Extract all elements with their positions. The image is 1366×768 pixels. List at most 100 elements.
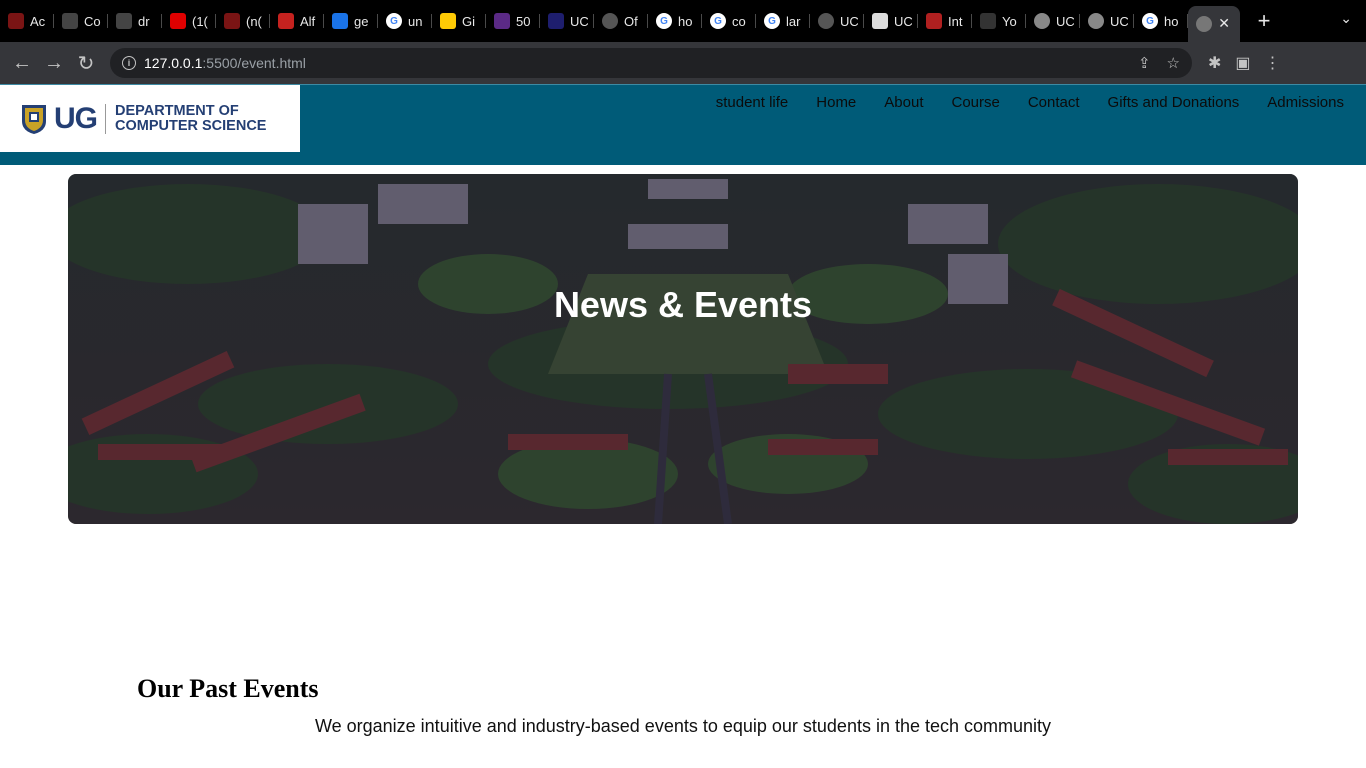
globe-icon [818, 13, 834, 29]
browser-tab-title: Ac [30, 13, 46, 29]
browser-tab-title: Gi [462, 13, 475, 29]
nav-link-admissions[interactable]: Admissions [1267, 94, 1344, 111]
browser-tab-title: Of [624, 13, 638, 29]
browser-tab-title: UC [840, 13, 858, 29]
tab-active[interactable]: ✕ [1188, 6, 1240, 42]
site-logo[interactable]: UG DEPARTMENT OF COMPUTER SCIENCE [0, 85, 300, 152]
browser-tab[interactable]: (1( [162, 5, 216, 37]
close-tab-icon[interactable]: ✕ [1218, 15, 1230, 32]
browser-tab-title: dr [138, 13, 150, 29]
browser-tab[interactable]: Glar [756, 5, 810, 37]
browser-tab[interactable]: Int [918, 5, 972, 37]
tab-list: Ac Co dr (1((n(Alf ge Gun Gi 50 UC Of Gho Gco Glar UC… [0, 5, 1188, 37]
browser-tab-title: ge [354, 13, 369, 29]
nav-link-contact[interactable]: Contact [1028, 94, 1080, 111]
past-events-subtitle: We organize intuitive and industry-based… [314, 716, 1052, 736]
browser-tab[interactable]: ge [324, 5, 378, 37]
browser-tab[interactable]: UC [864, 5, 918, 37]
browser-tab[interactable]: Co [54, 5, 108, 37]
reload-icon[interactable]: ↻ [70, 47, 102, 79]
university-crest-icon [20, 103, 48, 135]
browser-tab[interactable]: Yo [972, 5, 1026, 37]
browser-tab[interactable]: Gi [432, 5, 486, 37]
browser-tab[interactable]: UC [1026, 5, 1080, 37]
url-host: 127.0.0.1 [144, 55, 203, 71]
logo-dept-line2: COMPUTER SCIENCE [115, 117, 267, 134]
globe-icon [1034, 13, 1050, 29]
site-header: UG DEPARTMENT OF COMPUTER SCIENCE studen… [0, 84, 1366, 165]
page-icon [872, 13, 888, 29]
browser-tab[interactable]: Gco [702, 5, 756, 37]
browser-tab-title: UC [894, 13, 912, 29]
github-icon [62, 13, 78, 29]
browser-tab[interactable]: Gho [1134, 5, 1188, 37]
menu-kebab-icon[interactable]: ⋮ [1265, 53, 1281, 73]
browser-tab[interactable]: UC [540, 5, 594, 37]
nav-link-home[interactable]: Home [816, 94, 856, 111]
browser-tab-title: Co [84, 13, 101, 29]
browser-tab[interactable]: UC [1080, 5, 1134, 37]
extensions-puzzle-icon[interactable]: ✱ [1208, 53, 1221, 73]
forward-arrow-icon[interactable]: → [38, 47, 70, 79]
browser-tab-title: ho [678, 13, 693, 29]
browser-tab-title: Yo [1002, 13, 1017, 29]
hero-banner: News & Events [68, 174, 1298, 524]
search-icon [332, 13, 348, 29]
globe-icon [1196, 16, 1212, 32]
browser-tab-title: UC [570, 13, 588, 29]
browser-tab[interactable]: Gho [648, 5, 702, 37]
past-events-heading: Our Past Events [137, 674, 319, 703]
browser-tab[interactable]: Gun [378, 5, 432, 37]
browser-tab[interactable]: Of [594, 5, 648, 37]
google-icon: G [1142, 13, 1158, 29]
bookmark-star-icon[interactable]: ☆ [1167, 54, 1180, 72]
campus-aerial-photo [68, 174, 1298, 524]
browser-tab[interactable]: 50 [486, 5, 540, 37]
site-info-icon[interactable]: i [122, 56, 136, 70]
browser-tab-title: 50 [516, 13, 531, 29]
dots-icon [548, 13, 564, 29]
nav-link-course[interactable]: Course [951, 94, 999, 111]
browser-tab-strip: Ac Co dr (1((n(Alf ge Gun Gi 50 UC Of Gho Gco Glar UC… [0, 0, 1366, 42]
browser-tab[interactable]: Ac [0, 5, 54, 37]
logo-divider [105, 103, 106, 134]
browser-tab-title: co [732, 13, 746, 29]
browser-tab-title: (1( [192, 13, 208, 29]
browser-tab-title: Alf [300, 13, 316, 29]
nav-link-gifts-and-donations[interactable]: Gifts and Donations [1108, 94, 1240, 111]
browser-toolbar: ← → ↻ i 127.0.0.1:5500/event.html ⇪ ☆ ✱ … [0, 42, 1366, 84]
crest-icon [926, 13, 942, 29]
browser-tab-title: UC [1110, 13, 1128, 29]
tab-search-chevron-icon[interactable]: ⌄ [1340, 10, 1352, 27]
michigan-icon [440, 13, 456, 29]
browser-tab[interactable]: Alf [270, 5, 324, 37]
globe-icon [1088, 13, 1104, 29]
globe-icon [602, 13, 618, 29]
logo-ug-text: UG [54, 101, 98, 135]
browser-tab-title: ho [1164, 13, 1179, 29]
browser-tab-title: (n( [246, 13, 262, 29]
main-nav: student life Home About Course Contact Gifts … [716, 94, 1366, 111]
side-panel-icon[interactable]: ▣ [1235, 53, 1250, 73]
grid-icon [494, 13, 510, 29]
google-icon: G [710, 13, 726, 29]
browser-tab-title: un [408, 13, 423, 29]
address-bar[interactable]: i 127.0.0.1:5500/event.html ⇪ ☆ [110, 48, 1192, 78]
new-tab-button[interactable]: + [1244, 5, 1284, 37]
browser-tab-title: lar [786, 13, 801, 29]
browser-tab[interactable]: (n( [216, 5, 270, 37]
gmail-icon [278, 13, 294, 29]
github-icon [116, 13, 132, 29]
back-arrow-icon[interactable]: ← [6, 47, 38, 79]
nav-link-student-life[interactable]: student life [716, 94, 789, 111]
url-path: :5500/event.html [202, 55, 306, 71]
browser-tab[interactable]: UC [810, 5, 864, 37]
share-icon[interactable]: ⇪ [1138, 54, 1151, 72]
google-icon: G [386, 13, 402, 29]
arrow-icon [980, 13, 996, 29]
red-gear-icon [8, 13, 24, 29]
nav-link-about[interactable]: About [884, 94, 923, 111]
browser-tab-title: UC [1056, 13, 1074, 29]
browser-tab[interactable]: dr [108, 5, 162, 37]
web-page: UG DEPARTMENT OF COMPUTER SCIENCE studen… [0, 84, 1366, 768]
